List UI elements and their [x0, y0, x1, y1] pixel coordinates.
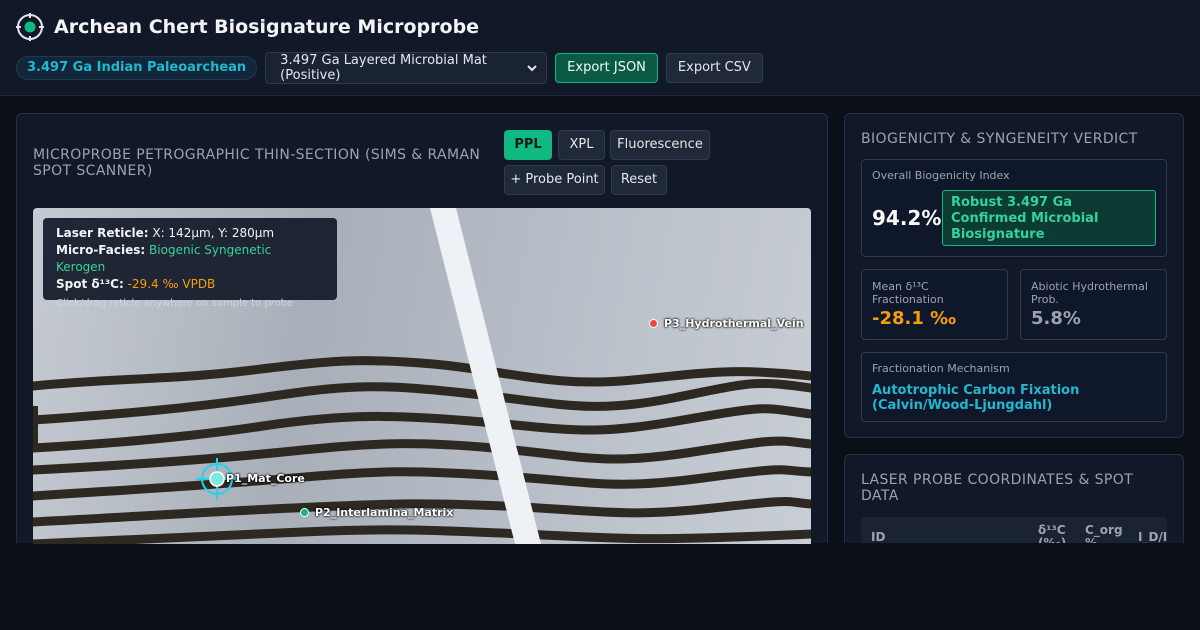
reticle-coords-value: X: 142μm, Y: 280μm	[152, 226, 275, 240]
abiotic-probability-label: Abiotic Hydrothermal Prob.	[1031, 280, 1148, 306]
probe-label-p2[interactable]: P2_Interlamina_Matrix	[315, 507, 453, 519]
probe-label-p1[interactable]: P1_Mat_Core	[226, 473, 305, 485]
abiotic-probability-card: Abiotic Hydrothermal Prob. 5.8%	[1020, 269, 1167, 340]
export-json-button[interactable]: Export JSON	[555, 53, 658, 83]
probe-label-p3[interactable]: P3_Hydrothermal_Vein	[664, 318, 804, 330]
viewer-panel: Microprobe Petrographic Thin-Section (SI…	[16, 113, 828, 544]
chevron-down-icon	[527, 65, 537, 72]
reticle-spot-row: Spot δ¹³C: -29.4 ‰ VPDB	[56, 276, 324, 293]
reticle-readout: Laser Reticle: X: 142μm, Y: 280μm Micro-…	[43, 218, 337, 309]
biogenicity-index-label: Overall Biogenicity Index	[872, 169, 1010, 182]
mechanism-label: Fractionation Mechanism	[872, 362, 1010, 375]
verdict-badge: Robust 3.497 Ga Confirmed Microbial Bios…	[942, 190, 1156, 246]
export-csv-button[interactable]: Export CSV	[665, 53, 763, 83]
mean-fractionation-card: Mean δ¹³C Fractionation -28.1 ‰	[861, 269, 1008, 340]
fluorescence-button[interactable]: Fluorescence	[610, 130, 710, 160]
microscope-target-icon	[16, 13, 44, 41]
coords-table-header: ID δ¹³C (‰) C_org % I_D/I_G	[861, 517, 1167, 543]
col-d13c: δ¹³C (‰)	[1038, 523, 1067, 544]
app-header: Archean Chert Biosignature Microprobe 3.…	[0, 0, 1200, 96]
verdict-panel-title: Biogenicity & Syngeneity Verdict	[861, 131, 1138, 147]
coords-panel-title: Laser Probe Coordinates & Spot Data	[861, 472, 1134, 504]
reticle-coords-label: Laser Reticle:	[56, 226, 149, 240]
reticle-facies-row: Micro-Facies: Biogenic Syngenetic Keroge…	[56, 242, 324, 276]
reticle-coords-row: Laser Reticle: X: 142μm, Y: 280μm	[56, 225, 324, 242]
ppl-button[interactable]: PPL	[504, 130, 552, 160]
add-probe-button[interactable]: + Probe Point	[504, 165, 605, 195]
biogenicity-index-card: Overall Biogenicity Index 94.2% Robust 3…	[861, 159, 1167, 257]
reset-button[interactable]: Reset	[611, 165, 667, 195]
xpl-button[interactable]: XPL	[558, 130, 605, 160]
reticle-spot-value: -29.4 ‰ VPDB	[127, 277, 216, 291]
reticle-spot-label: Spot δ¹³C:	[56, 277, 124, 291]
col-corg: C_org %	[1085, 523, 1123, 544]
thin-section-viewer[interactable]: Laser Reticle: X: 142μm, Y: 280μm Micro-…	[33, 208, 811, 544]
brand: Archean Chert Biosignature Microprobe	[16, 12, 479, 42]
reticle-hint: Click/drag reticle anywhere on sample to…	[56, 298, 294, 309]
col-idig: I_D/I_G	[1138, 530, 1167, 544]
biogenicity-index-value: 94.2%	[872, 206, 942, 230]
reticle-facies-label: Micro-Facies:	[56, 243, 146, 257]
age-badge: 3.497 Ga Indian Paleoarchean	[16, 56, 258, 80]
col-id: ID	[871, 530, 886, 544]
coords-panel: Laser Probe Coordinates & Spot Data ID δ…	[844, 454, 1184, 543]
sample-select-value: 3.497 Ga Layered Microbial Mat (Positive…	[280, 53, 487, 83]
viewer-panel-title: Microprobe Petrographic Thin-Section (SI…	[33, 147, 481, 179]
mean-fractionation-value: -28.1 ‰	[872, 308, 957, 329]
mean-fractionation-label: Mean δ¹³C Fractionation	[872, 280, 944, 306]
abiotic-probability-value: 5.8%	[1031, 308, 1081, 329]
mechanism-card: Fractionation Mechanism Autotrophic Carb…	[861, 352, 1167, 422]
header-controls: 3.497 Ga Indian Paleoarchean 3.497 Ga La…	[16, 52, 763, 84]
app-title: Archean Chert Biosignature Microprobe	[54, 16, 480, 38]
verdict-panel: Biogenicity & Syngeneity Verdict Overall…	[844, 113, 1184, 438]
mechanism-value: Autotrophic Carbon Fixation (Calvin/Wood…	[872, 383, 1080, 413]
probe-dot-p2[interactable]	[300, 508, 309, 517]
sample-select[interactable]: 3.497 Ga Layered Microbial Mat (Positive…	[265, 52, 548, 84]
probe-dot-p3[interactable]	[649, 319, 658, 328]
